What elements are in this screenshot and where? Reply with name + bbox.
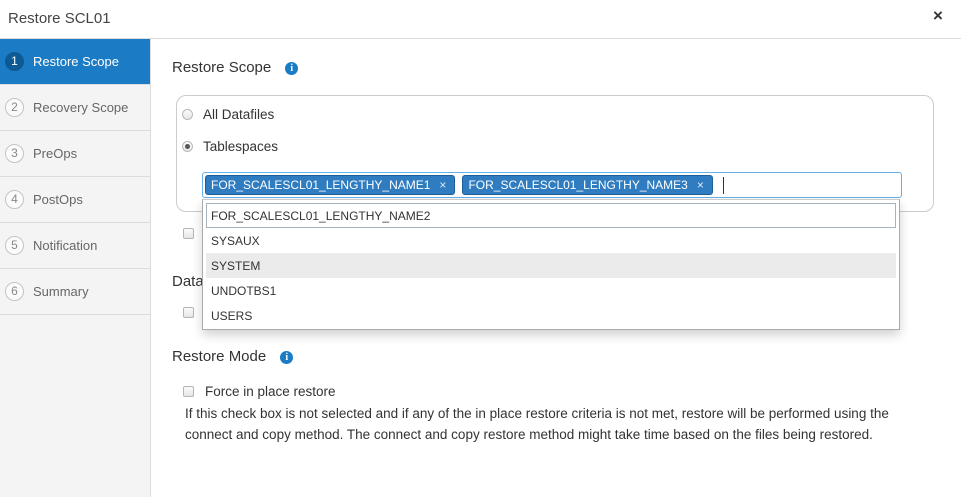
close-button[interactable] (931, 7, 945, 25)
radio-button[interactable] (182, 140, 193, 152)
restore-mode-heading: Restore Mode (172, 347, 294, 367)
restore-scope-options: All Datafiles Tablespaces FOR_SCALESCL01… (176, 95, 934, 212)
checkbox[interactable] (183, 307, 194, 318)
step-label: PostOps (33, 192, 83, 207)
text-cursor (722, 176, 724, 194)
checkbox[interactable] (183, 228, 194, 239)
tablespace-multiselect[interactable]: FOR_SCALESCL01_LENGTHY_NAME1 FOR_SCALESC… (202, 172, 902, 198)
step-preops[interactable]: 3 PreOps (0, 131, 150, 177)
tag-label: FOR_SCALESCL01_LENGTHY_NAME3 (468, 178, 688, 192)
tag-label: FOR_SCALESCL01_LENGTHY_NAME1 (211, 178, 431, 192)
dialog-header: Restore SCL01 (0, 0, 961, 39)
step-label: Recovery Scope (33, 100, 129, 115)
dropdown-option[interactable]: SYSTEM (206, 253, 896, 278)
dropdown-option[interactable]: SYSAUX (206, 228, 896, 253)
step-number: 1 (5, 52, 24, 71)
step-number: 5 (5, 236, 24, 255)
tablespace-search-input[interactable] (720, 175, 901, 195)
step-label: Notification (33, 238, 98, 253)
dialog-title: Restore SCL01 (8, 10, 111, 27)
close-icon (933, 7, 943, 26)
force-in-place-restore-option[interactable]: Force in place restore (183, 383, 336, 399)
info-icon[interactable] (280, 350, 294, 364)
section-title: Restore Mode (172, 348, 267, 365)
remove-icon[interactable] (439, 179, 446, 191)
step-label: Restore Scope (33, 54, 119, 69)
restore-scope-heading: Restore Scope (172, 58, 299, 78)
section-title: Restore Scope (172, 59, 272, 76)
step-number: 6 (5, 282, 24, 301)
dropdown-option[interactable]: FOR_SCALESCL01_LENGTHY_NAME2 (206, 203, 896, 228)
selected-tag: FOR_SCALESCL01_LENGTHY_NAME3 (462, 175, 713, 195)
radio-all-datafiles[interactable]: All Datafiles (182, 106, 274, 122)
restore-mode-help-text: If this check box is not selected and if… (185, 406, 889, 442)
step-number: 2 (5, 98, 24, 117)
step-label: Summary (33, 284, 89, 299)
step-number: 4 (5, 190, 24, 209)
force-in-place-checkbox[interactable] (183, 385, 194, 397)
remove-icon[interactable] (697, 179, 704, 191)
step-number: 3 (5, 144, 24, 163)
step-notification[interactable]: 5 Notification (0, 223, 150, 269)
info-icon[interactable] (285, 61, 299, 75)
checkbox-label: Force in place restore (205, 383, 336, 399)
radio-tablespaces[interactable]: Tablespaces (182, 138, 278, 154)
radio-label: Tablespaces (203, 138, 279, 154)
wizard-steps-nav: 1 Restore Scope 2 Recovery Scope 3 PreOp… (0, 39, 151, 497)
step-postops[interactable]: 4 PostOps (0, 177, 150, 223)
step-recovery-scope[interactable]: 2 Recovery Scope (0, 85, 150, 131)
restore-scope-panel: Restore Scope All Datafiles Tablespaces … (151, 39, 961, 497)
radio-label: All Datafiles (203, 106, 275, 122)
section-heading-partial: Data (172, 273, 204, 290)
step-restore-scope[interactable]: 1 Restore Scope (0, 39, 150, 85)
radio-button[interactable] (182, 108, 193, 120)
dropdown-option[interactable]: UNDOTBS1 (206, 278, 896, 303)
selected-tag: FOR_SCALESCL01_LENGTHY_NAME1 (205, 175, 456, 195)
step-label: PreOps (33, 146, 78, 161)
dropdown-option[interactable]: USERS (206, 303, 896, 328)
step-summary[interactable]: 6 Summary (0, 269, 150, 315)
tablespace-dropdown: FOR_SCALESCL01_LENGTHY_NAME2 SYSAUX SYST… (202, 199, 900, 330)
